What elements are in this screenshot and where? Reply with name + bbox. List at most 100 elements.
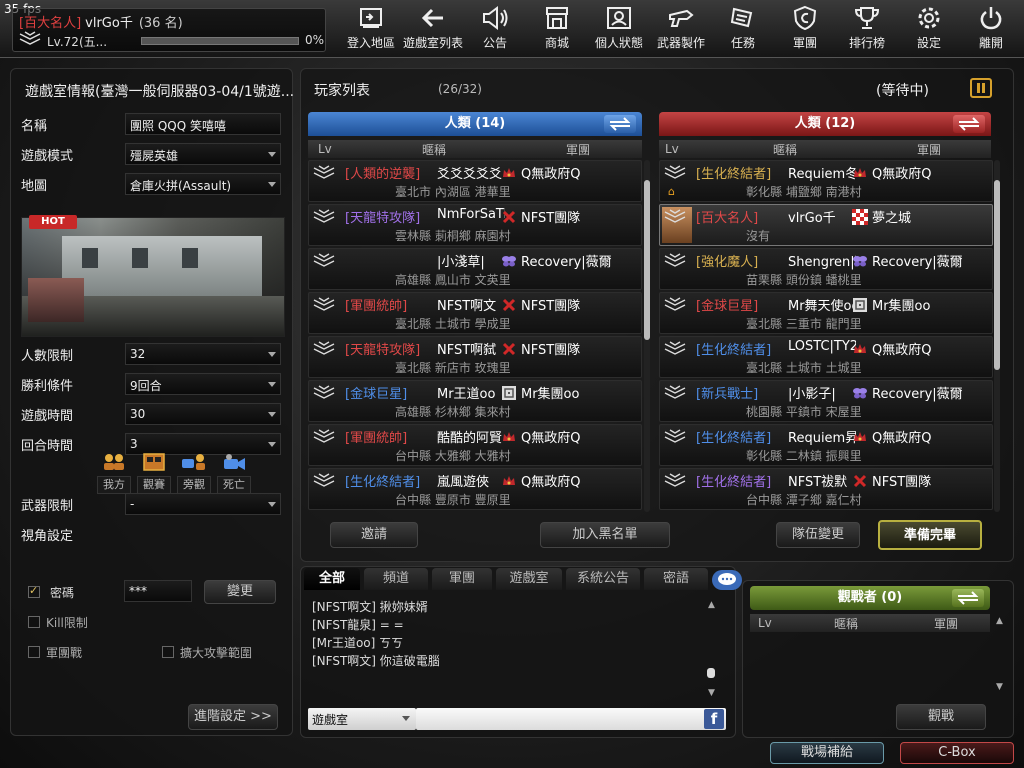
swap-team-icon[interactable] [953,115,985,133]
blacklist-button[interactable]: 加入黑名單 [540,522,670,548]
chat-input[interactable] [416,708,726,730]
player-row[interactable]: ⌂ [生化終結者] Requiem冬 Q無政府Q 彰化縣 埔鹽鄉 南港村 [659,160,993,202]
spectator-scroll-down-icon[interactable]: ▼ [996,682,1003,692]
player-row[interactable]: [百大名人] vlrGo千 夢之城 沒有 [659,204,993,246]
ready-button[interactable]: 準備完畢 [878,520,982,550]
view-team-button[interactable]: 我方 [96,452,132,494]
col-nick: 暱稱 [422,142,447,157]
player-title: [天龍特攻隊] [345,343,421,358]
player-row[interactable]: [人類的逆襲] 爻爻爻爻爻 Q無政府Q 臺北市 內湖區 港華里 [308,160,642,202]
chat-scroll-thumb[interactable] [707,668,715,678]
player-name: 爻爻爻爻爻 [437,167,503,182]
chat-tab-all[interactable]: 全部 [304,568,360,590]
menu-label: 軍團 [792,36,817,50]
spectator-title: 觀戰者 (0) [837,590,903,605]
player-row[interactable]: [軍團統帥] 酷酷的阿賢 Q無政府Q 台中縣 大雅鄉 大雅村 [308,424,642,466]
menu-mission[interactable]: 任務 [712,4,774,54]
player-location: 台中縣 大雅鄉 大雅村 [395,449,511,463]
menu-leaderboard[interactable]: 排行榜 [836,4,898,54]
cbox-button[interactable]: C-Box [900,742,1014,764]
menu-personal-status[interactable]: 個人狀態 [588,4,650,54]
player-clan: NFST團隊 [872,475,932,490]
player-row[interactable]: [新兵戰士] |小影子| Recovery|薇爾 桃園縣 平鎮市 宋屋里 [659,380,993,422]
player-row[interactable]: [金球巨星] Mr舞天使oo Mr集團oo 臺北縣 三重市 龍門里 [659,292,993,334]
round-time-value: 3 [130,437,138,451]
rank-badge-icon [313,253,335,272]
chat-scroll-down-icon[interactable]: ▼ [708,688,715,698]
game-mode-select[interactable]: 殭屍英雄 [125,143,281,165]
player-row[interactable]: [生化終結者] 嵐風遊俠 Q無政府Q 台中縣 豐原市 豐原里 [308,468,642,510]
swap-team-icon[interactable] [604,115,636,133]
swap-team-icon[interactable] [952,589,984,607]
menu-room-list[interactable]: 遊戲室列表 [402,4,464,54]
expand-attack-checkbox[interactable] [162,646,174,658]
team-left-scrollbar[interactable] [644,160,650,512]
player-row[interactable]: [軍團統帥] NFST啊文 NFST團隊 臺北縣 土城市 學成里 [308,292,642,334]
win-condition-select[interactable]: 9回合 [125,373,281,395]
weapon-limit-select[interactable]: - [125,493,281,515]
password-checkbox[interactable] [28,584,40,598]
chat-channel-value: 遊戲室 [312,713,349,727]
rank-badge-icon [313,341,335,360]
player-row[interactable]: [天龍特攻隊] NFST啊弑 NFST團隊 臺北縣 新店市 玫瑰里 [308,336,642,378]
view-observe-button[interactable]: 觀賽 [136,452,172,494]
kill-limit-checkbox[interactable] [28,616,40,628]
player-limit-select[interactable]: 32 [125,343,281,365]
pause-icon[interactable] [970,78,992,98]
player-row[interactable]: [強化魔人] Shengren|豪 Recovery|薇爾苗栗縣 頭份鎮 蟠桃里 [659,248,993,290]
player-row[interactable]: [金球巨星] Mr王道oo Mr集團oo 高雄縣 杉林鄉 集來村 [308,380,642,422]
menu-clan[interactable]: 軍團 [774,4,836,54]
player-title: [生化終結者] [696,431,772,446]
password-field[interactable]: *** [124,580,192,602]
room-name-field[interactable]: 團照 QQQ 笑嘻嘻 [125,113,281,135]
menu-settings[interactable]: 設定 [898,4,960,54]
player-title: [金球巨星] [696,299,759,314]
player-location: 高雄縣 杉林鄉 集來村 [395,405,511,419]
player-title: [人類的逆襲] [345,167,421,182]
team-right-scrollbar[interactable] [994,160,1000,512]
chat-scroll-up-icon[interactable]: ▲ [708,600,715,610]
menu-shop[interactable]: 商城 [526,4,588,54]
menu-exit[interactable]: 離開 [960,4,1022,54]
map-select[interactable]: 倉庫火拼(Assault) [125,173,281,195]
change-password-button[interactable]: 變更 [204,580,276,604]
battlefield-supply-button[interactable]: 戰場補給 [770,742,884,764]
view-death-button[interactable]: 死亡 [216,452,252,494]
team-change-button[interactable]: 隊伍變更 [776,522,860,548]
player-profile[interactable]: [百大名人] vlrGo千 (36 名) Lv.72(五... 0% [12,8,326,52]
player-count: (26/32) [438,82,482,96]
chat-channel-select[interactable]: 遊戲室 [308,708,416,730]
chat-bubble-icon[interactable] [712,570,742,590]
spectator-scroll-up-icon[interactable]: ▲ [996,616,1003,626]
scroll-thumb[interactable] [644,180,650,340]
advanced-settings-button[interactable]: 進階設定 >> [188,704,278,730]
player-row[interactable]: [天龍特攻隊] NmForSaTi NFST團隊 雲林縣 莿桐鄉 麻園村 [308,204,642,246]
player-limit-label: 人數限制 [21,349,74,364]
watch-button[interactable]: 觀戰 [896,704,986,730]
crown-clan-icon [501,429,517,445]
player-row[interactable]: [生化終結者] NFST祓默 NFST團隊 台中縣 潭子鄉 嘉仁村 [659,468,993,510]
scroll-thumb[interactable] [994,180,1000,370]
player-row[interactable]: |小淺草| Recovery|薇爾 高雄縣 鳳山市 文英里 [308,248,642,290]
map-preview-window [132,248,148,268]
chat-tab-room[interactable]: 遊戲室 [496,568,562,590]
view-setting-label: 視角設定 [21,529,74,544]
player-row[interactable]: [生化終結者] Requiem昇 Q無政府Q 彰化縣 二林鎮 振興里 [659,424,993,466]
game-time-select[interactable]: 30 [125,403,281,425]
chat-tab-whisper[interactable]: 密語 [644,568,708,590]
invite-button[interactable]: 邀請 [330,522,418,548]
menu-notice[interactable]: 公告 [464,4,526,54]
clan-battle-checkbox[interactable] [28,646,40,658]
chat-tab-clan[interactable]: 軍團 [432,568,492,590]
chat-message: [NFST啊文] 你這破電腦 [312,654,440,668]
chat-tab-channel[interactable]: 頻道 [364,568,428,590]
chat-tab-system[interactable]: 系統公告 [566,568,640,590]
view-spectate-button[interactable]: 旁觀 [176,452,212,494]
menu-label: 公告 [482,36,507,50]
facebook-icon[interactable]: f [704,709,724,729]
player-row[interactable]: [生化終結者] LOSTC|TY2 Q無政府Q 臺北縣 土城市 土城里 [659,336,993,378]
room-info-panel: 遊戲室情報(臺灣一般伺服器03-04/1號遊... 名稱 團照 QQQ 笑嘻嘻 … [10,68,293,736]
col-clan: 軍團 [934,616,959,631]
menu-login-area[interactable]: 登入地區 [340,4,402,54]
menu-weapon-craft[interactable]: 武器製作 [650,4,712,54]
